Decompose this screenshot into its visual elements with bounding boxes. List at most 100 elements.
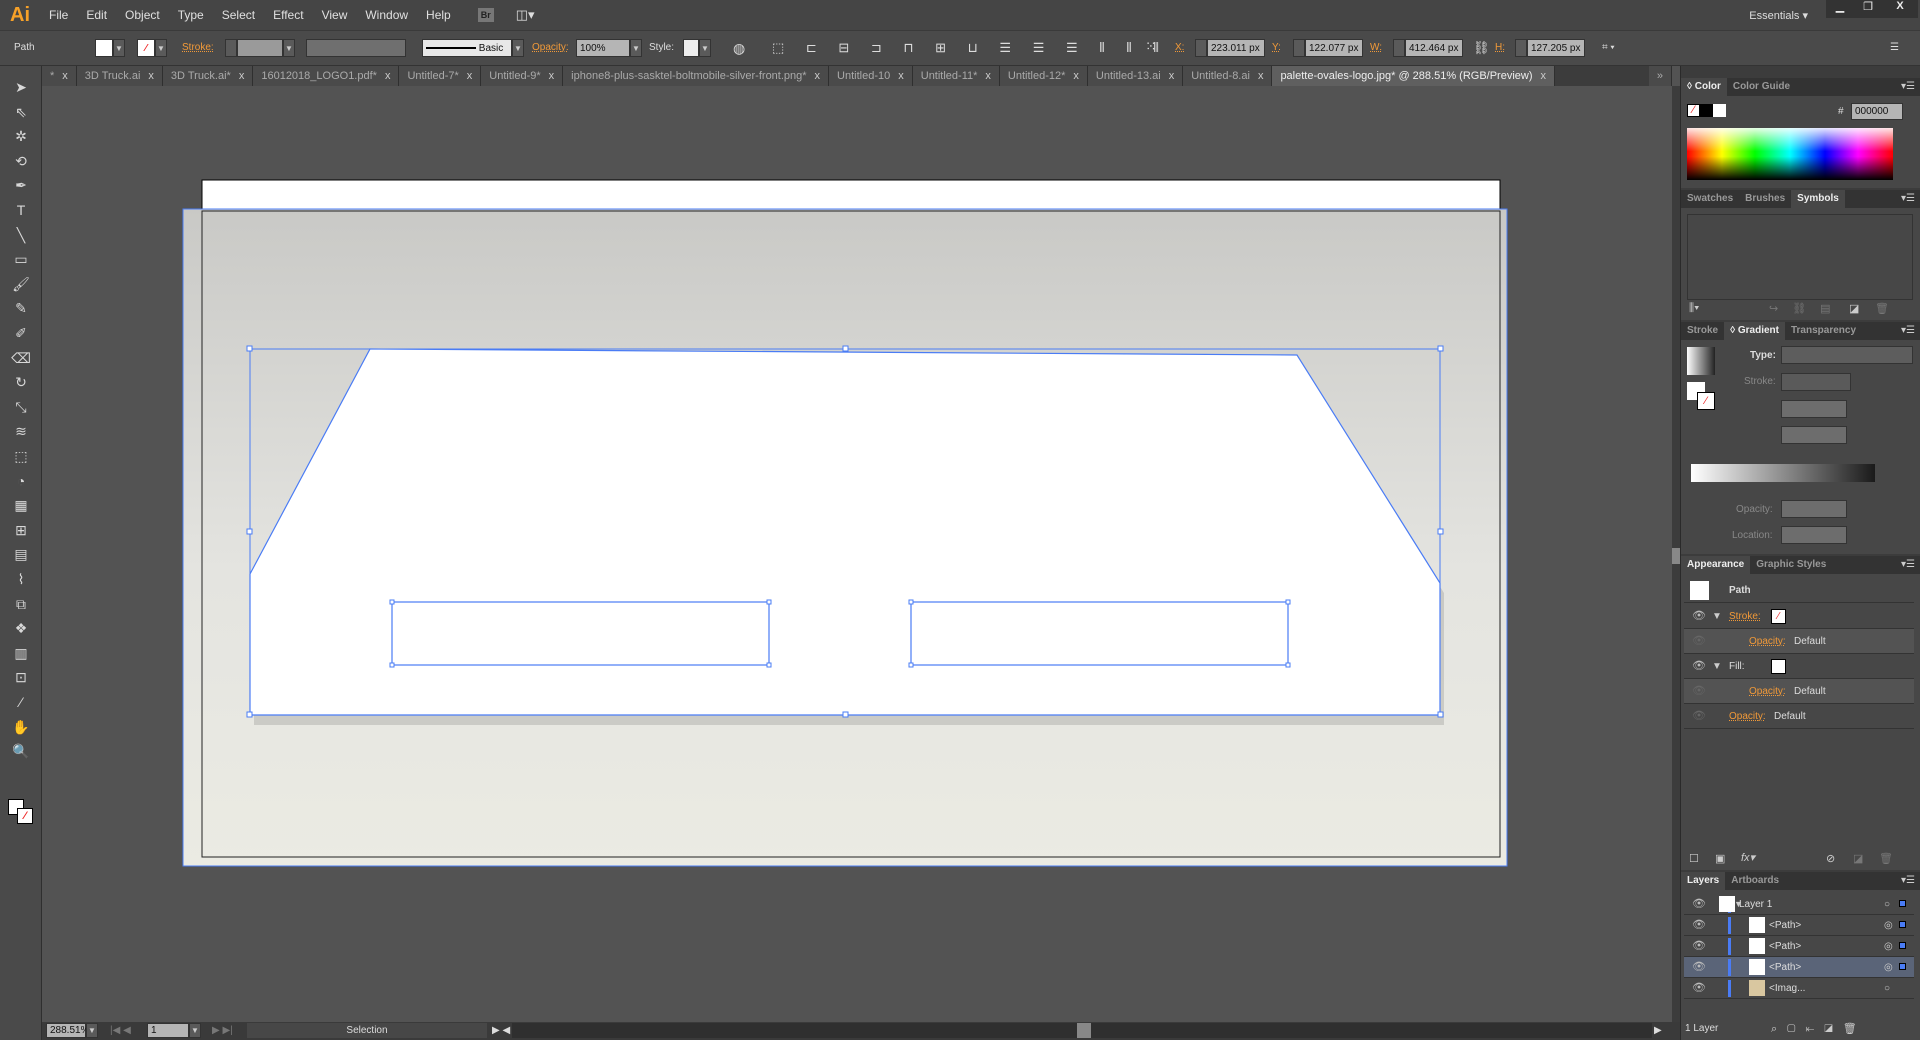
y-input[interactable]: 122.077 px [1305, 39, 1363, 57]
status-menu-arrow[interactable]: ▶ ◀ [492, 1022, 510, 1040]
paintbrush-icon[interactable]: 🖌 [9, 273, 33, 295]
document-tab[interactable]: palette-ovales-logo.jpg* @ 288.51% (RGB/… [1272, 66, 1556, 86]
gradient-slider[interactable] [1691, 464, 1875, 482]
stroke-row[interactable]: 👁 ▼ Stroke: ⁄ [1684, 604, 1914, 629]
y-stepper[interactable] [1293, 39, 1305, 57]
close-tab-icon[interactable]: x [898, 70, 904, 82]
x-input[interactable]: 223.011 px [1207, 39, 1265, 57]
panel-menu-icon[interactable]: ▾☰ [1901, 556, 1915, 574]
canvas[interactable] [42, 86, 1672, 1022]
column-graph-icon[interactable]: ▥ [9, 642, 33, 664]
direct-selection-tool-icon[interactable]: ⇖ [9, 101, 33, 123]
symbol-sprayer-icon[interactable]: ❖ [9, 617, 33, 639]
symbols-list[interactable] [1687, 214, 1913, 300]
visibility-eye-icon[interactable]: 👁 [1692, 978, 1706, 999]
selection-tool-icon[interactable]: ➤ [9, 76, 33, 98]
perspective-grid-icon[interactable]: ▦ [9, 494, 33, 516]
magic-wand-icon[interactable]: ✲ [9, 125, 33, 147]
workspace-switcher[interactable]: Essentials ▾ [1749, 9, 1808, 22]
next-artboard-button[interactable]: ▶ ▶| [212, 1022, 233, 1040]
panel-menu-icon[interactable]: ▾☰ [1901, 190, 1915, 208]
gradient-opacity-input[interactable] [1781, 500, 1847, 518]
tab-transparency[interactable]: Transparency [1785, 322, 1862, 340]
zoom-input[interactable]: 288.51% [46, 1023, 89, 1038]
document-tab[interactable]: iphone8-plus-sasktel-boltmobile-silver-f… [563, 66, 830, 86]
align-icons[interactable]: ⬚ ⊏ ⊟ ⊐ ⊓ ⊞ ⊔ ☰ ☰ ☰ ⫴ ⫴ ⫴ [772, 39, 1168, 57]
opacity-dropdown[interactable]: ▼ [630, 39, 642, 57]
target-circle-icon[interactable]: ◎ [1884, 957, 1893, 978]
recolor-artwork-icon[interactable]: ◍ [733, 39, 745, 57]
fill-row[interactable]: 👁 ▼ Fill: [1684, 654, 1914, 679]
close-tab-icon[interactable]: x [1073, 70, 1079, 82]
menu-select[interactable]: Select [213, 8, 264, 22]
close-tab-icon[interactable]: x [1541, 70, 1547, 82]
visibility-eye-icon[interactable]: 👁 [1692, 604, 1706, 629]
menu-object[interactable]: Object [116, 8, 169, 22]
fx-icon[interactable]: fx▾ [1741, 851, 1755, 864]
constrain-link-icon[interactable]: ⛓ [1473, 39, 1490, 57]
delete-symbol-icon[interactable]: 🗑 [1875, 302, 1889, 315]
mesh-icon[interactable]: ⊞ [9, 519, 33, 541]
close-button[interactable]: X [1882, 0, 1918, 18]
selection-indicator[interactable] [1899, 900, 1906, 907]
palette-path[interactable] [249, 348, 1441, 716]
layer-row[interactable]: 👁 <Path> ◎ [1684, 915, 1914, 936]
close-tab-icon[interactable]: x [549, 70, 555, 82]
close-tab-icon[interactable]: x [148, 70, 154, 82]
w-input[interactable]: 412.464 px [1405, 39, 1463, 57]
document-tab[interactable]: Untitled-10 x [829, 66, 913, 86]
selection-indicator[interactable] [1899, 921, 1906, 928]
tab-color-guide[interactable]: Color Guide [1727, 78, 1796, 96]
zoom-dropdown[interactable]: ▼ [86, 1023, 98, 1038]
menu-type[interactable]: Type [169, 8, 213, 22]
layer-row[interactable]: 👁 ▼ Layer 1 ○ [1684, 894, 1914, 915]
menu-help[interactable]: Help [417, 8, 460, 22]
layer-row[interactable]: 👁 <Path> ◎ [1684, 957, 1914, 978]
visibility-eye-icon[interactable]: 👁 [1692, 679, 1706, 704]
document-tab[interactable]: Untitled-12* x [999, 66, 1088, 86]
delete-item-icon[interactable]: 🗑 [1879, 852, 1893, 865]
expand-triangle-icon[interactable]: ▼ [1712, 654, 1722, 679]
tab-layers[interactable]: Layers [1681, 872, 1726, 890]
fill-dropdown[interactable]: ▼ [113, 39, 125, 57]
tab-brushes[interactable]: Brushes [1739, 190, 1791, 208]
arrange-documents-icon[interactable]: ◫▾ [516, 7, 535, 23]
opacity-input[interactable]: 100% [576, 39, 630, 57]
tab-stroke[interactable]: Stroke [1681, 322, 1724, 340]
close-tab-icon[interactable]: x [985, 70, 991, 82]
fill-color-swatch[interactable] [1771, 659, 1786, 674]
layer-row[interactable]: 👁 <Path> ◎ [1684, 936, 1914, 957]
target-circle-icon[interactable]: ◎ [1884, 936, 1893, 957]
width-tool-icon[interactable]: ≋ [9, 420, 33, 442]
tab-color[interactable]: ◊ Color [1681, 78, 1727, 96]
layers-footer-icons[interactable]: ⌕▢⇤◪🗑 [1771, 1022, 1867, 1036]
artboard-input[interactable]: 1 [147, 1023, 189, 1038]
opacity-attr-label[interactable]: Opacity: [1749, 629, 1786, 654]
layer-row[interactable]: 👁 <Imag... ○ [1684, 978, 1914, 999]
visibility-eye-icon[interactable]: 👁 [1692, 915, 1706, 936]
close-tab-icon[interactable]: x [62, 70, 68, 82]
hand-icon[interactable]: ✋ [9, 716, 33, 738]
stroke-color-swatch[interactable]: ⁄ [1771, 609, 1786, 624]
style-dropdown[interactable]: ▼ [699, 39, 711, 57]
free-transform-icon[interactable]: ⬚ [9, 445, 33, 467]
h-stepper[interactable] [1515, 39, 1527, 57]
tab-symbols[interactable]: Symbols [1791, 190, 1845, 208]
menu-window[interactable]: Window [356, 8, 417, 22]
line-tool-icon[interactable]: ╲ [9, 224, 33, 246]
lasso-icon[interactable]: ⟲ [9, 150, 33, 172]
gradient-swatch[interactable] [1687, 347, 1715, 375]
menu-file[interactable]: File [40, 8, 77, 22]
stroke-dropdown[interactable]: ▼ [155, 39, 167, 57]
stroke-opacity-row[interactable]: 👁 Opacity: Default [1684, 629, 1914, 654]
fill-opacity-row[interactable]: 👁 Opacity: Default [1684, 679, 1914, 704]
stroke-attr-label[interactable]: Stroke: [1729, 604, 1761, 629]
fill-stroke-indicator[interactable]: ⁄ [8, 799, 34, 825]
menu-view[interactable]: View [313, 8, 357, 22]
panel-menu-icon[interactable]: ▾☰ [1901, 872, 1915, 890]
zoom-icon[interactable]: 🔍 [9, 740, 33, 762]
shape-builder-icon[interactable]: ◔ [9, 470, 33, 492]
visibility-eye-icon[interactable]: 👁 [1692, 957, 1706, 978]
stroke-stepper[interactable] [225, 39, 237, 57]
none-swatch[interactable]: ⁄ [1687, 104, 1700, 117]
